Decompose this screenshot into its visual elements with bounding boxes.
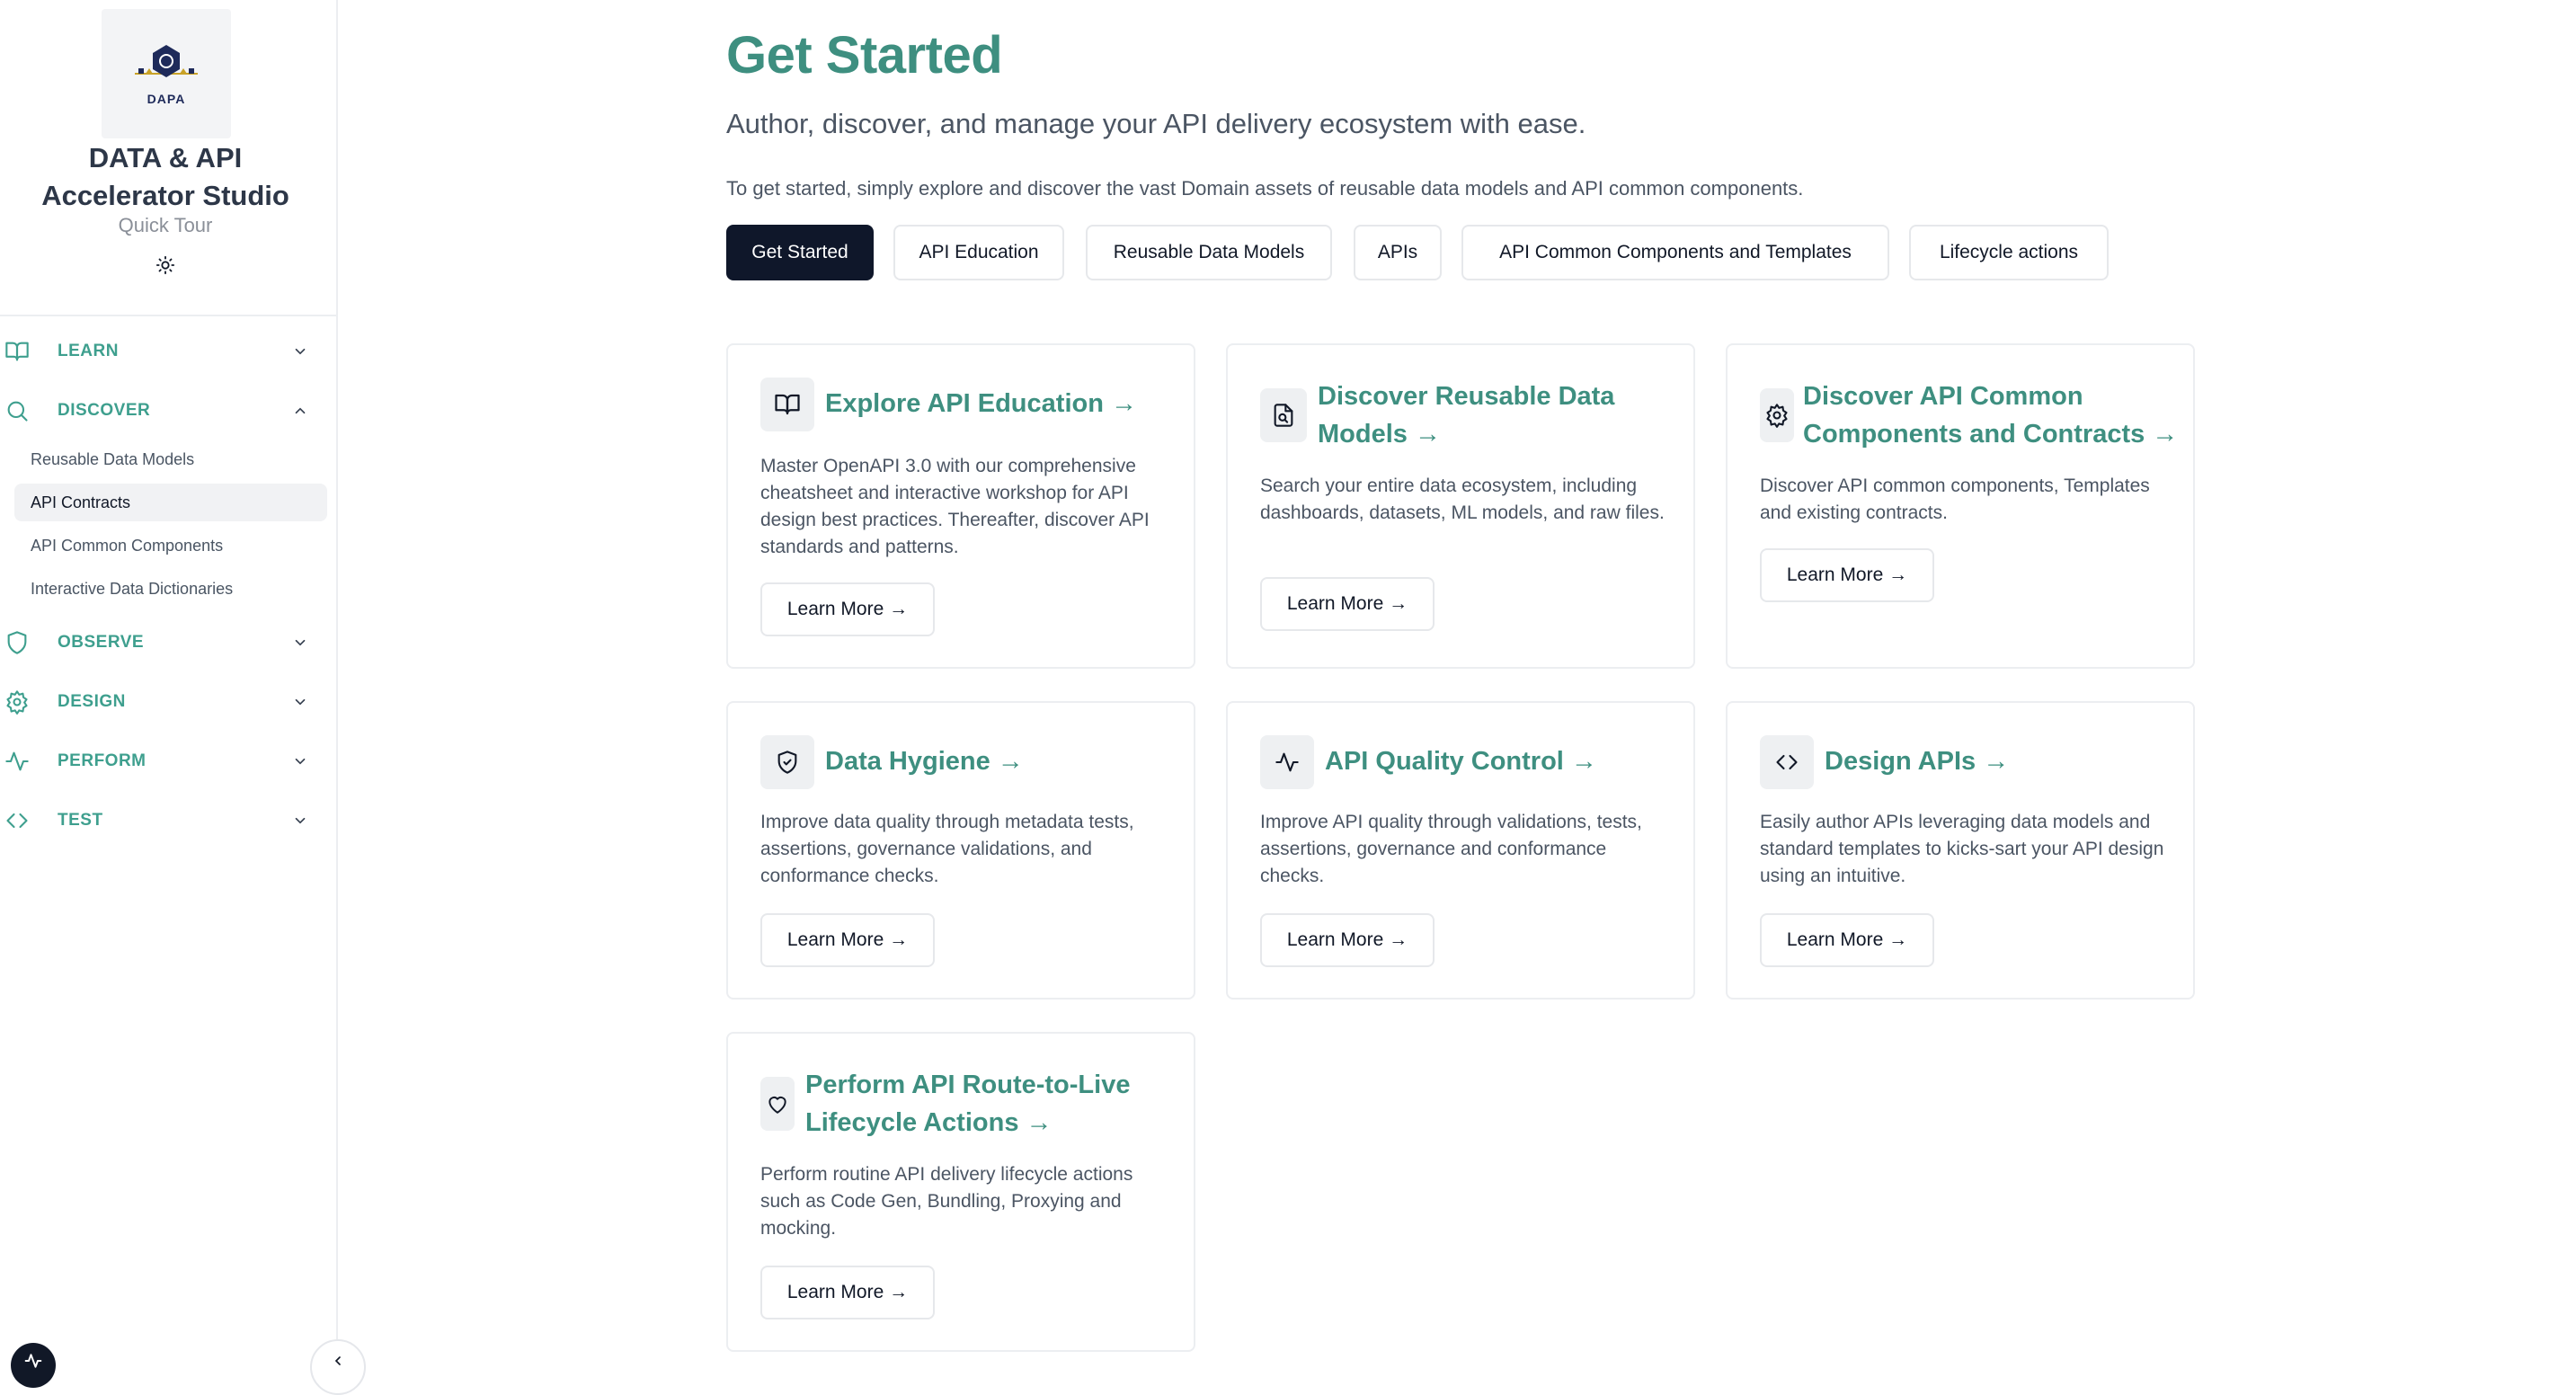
sidebar-item-api-contracts[interactable]: API Contracts	[14, 484, 327, 521]
card-description: Discover API common components, Template…	[1760, 475, 2150, 523]
sidebar-item-reusable-data-models[interactable]: Reusable Data Models	[14, 440, 327, 478]
gear-icon	[1760, 388, 1794, 442]
activity-icon	[4, 748, 31, 775]
tab-reusable-data-models[interactable]: Reusable Data Models	[1086, 225, 1332, 280]
sidebar-item-interactive-data-dictionaries[interactable]: Interactive Data Dictionaries	[14, 570, 327, 608]
learn-more-button[interactable]: Learn More →	[760, 913, 935, 967]
activity-icon	[1260, 735, 1314, 789]
sidebar-item-api-common-components[interactable]: API Common Components	[14, 527, 327, 564]
nav-section-test[interactable]: TEST	[0, 798, 336, 843]
card-design-apis: Design APIs → Easily author APIs leverag…	[1726, 701, 2195, 1000]
card-title-line2: Models →	[1318, 420, 1441, 449]
shield-check-icon	[760, 735, 814, 789]
tab-api-common-components[interactable]: API Common Components and Templates	[1461, 225, 1889, 280]
card-title-line1: Discover API Common	[1803, 382, 2083, 411]
quick-action-button[interactable]	[11, 1343, 56, 1388]
page-subtitle: Author, discover, and manage your API de…	[726, 108, 1586, 139]
theme-toggle-button[interactable]	[154, 253, 177, 277]
chevron-down-icon	[289, 691, 311, 713]
card-discover-reusable-data-models: Discover Reusable Data Models → Search y…	[1226, 343, 1695, 669]
chevron-down-icon	[289, 810, 311, 831]
card-title[interactable]: API Quality Control →	[1325, 742, 1597, 780]
card-title[interactable]: Discover Reusable Data Models →	[1318, 378, 1614, 453]
brand-subtitle: Quick Tour	[118, 214, 213, 236]
card-title-line1: Data Hygiene →	[825, 747, 1024, 776]
card-title[interactable]: Perform API Route-to-Live Lifecycle Acti…	[805, 1066, 1130, 1142]
page-description: To get started, simply explore and disco…	[726, 177, 1804, 200]
logo-text: DAPA	[147, 92, 186, 106]
card-data-hygiene: Data Hygiene → Improve data quality thro…	[726, 701, 1195, 1000]
nav-section-label: OBSERVE	[58, 633, 145, 652]
brand-title: DATA & API Accelerator Studio	[0, 139, 331, 215]
gear-icon	[4, 689, 31, 715]
card-description: Master OpenAPI 3.0 with our comprehensiv…	[760, 456, 1150, 557]
card-description: Improve data quality through metadata te…	[760, 812, 1134, 886]
chevron-up-icon	[289, 400, 311, 422]
card-title-line2: Lifecycle Actions →	[805, 1108, 1053, 1137]
chevron-down-icon	[289, 632, 311, 653]
file-search-icon	[1260, 388, 1307, 442]
nav-section-discover[interactable]: DISCOVER	[0, 388, 336, 433]
nav-section-label: DESIGN	[58, 692, 126, 711]
card-discover-api-common-components: Discover API Common Components and Contr…	[1726, 343, 2195, 669]
learn-more-button[interactable]: Learn More →	[760, 582, 935, 636]
sun-icon	[155, 255, 175, 275]
sidebar: DAPA DATA & API Accelerator Studio Quick…	[0, 0, 338, 1363]
card-description: Easily author APIs leveraging data model…	[1760, 812, 2164, 886]
learn-more-button[interactable]: Learn More →	[760, 1266, 935, 1319]
card-title-line1: Discover Reusable Data	[1318, 382, 1615, 411]
learn-more-button[interactable]: Learn More →	[1760, 548, 1934, 602]
nav-section-learn[interactable]: LEARN	[0, 329, 336, 374]
card-explore-api-education: Explore API Education → Master OpenAPI 3…	[726, 343, 1195, 669]
chevron-down-icon	[289, 341, 311, 362]
app-logo: DAPA	[102, 9, 231, 138]
nav-section-label: DISCOVER	[58, 401, 151, 420]
book-open-icon	[760, 378, 814, 431]
card-title-line1: Design APIs →	[1825, 747, 2010, 776]
card-description: Search your entire data ecosystem, inclu…	[1260, 475, 1665, 523]
search-icon	[4, 397, 31, 424]
nav-section-design[interactable]: DESIGN	[0, 680, 336, 724]
chevron-left-icon	[334, 1356, 341, 1365]
tab-lifecycle-actions[interactable]: Lifecycle actions	[1909, 225, 2109, 280]
nav-section-label: TEST	[58, 811, 103, 830]
card-title[interactable]: Design APIs →	[1825, 742, 2009, 780]
page-title: Get Started	[726, 26, 1003, 84]
card-description: Perform routine API delivery lifecycle a…	[760, 1164, 1133, 1239]
card-perform-api-route-to-live: Perform API Route-to-Live Lifecycle Acti…	[726, 1032, 1195, 1352]
card-api-quality-control: API Quality Control → Improve API qualit…	[1226, 701, 1695, 1000]
brand-title-line2: Accelerator Studio	[41, 180, 289, 211]
card-title[interactable]: Data Hygiene →	[825, 742, 1024, 780]
shield-icon	[4, 629, 31, 656]
card-title-line2: Components and Contracts →	[1803, 420, 2179, 449]
learn-more-button[interactable]: Learn More →	[1760, 913, 1934, 967]
heart-icon	[760, 1077, 795, 1131]
learn-more-button[interactable]: Learn More →	[1260, 913, 1435, 967]
chevron-down-icon	[289, 751, 311, 772]
code-icon	[1760, 735, 1814, 789]
nav-section-label: LEARN	[58, 342, 119, 360]
tab-apis[interactable]: APIs	[1354, 225, 1442, 280]
sidebar-divider	[0, 315, 336, 316]
code-icon	[4, 807, 31, 834]
card-description: Improve API quality through validations,…	[1260, 812, 1642, 886]
nav-section-perform[interactable]: PERFORM	[0, 739, 336, 784]
tab-get-started[interactable]: Get Started	[726, 225, 874, 280]
card-title[interactable]: Explore API Education →	[825, 385, 1137, 422]
book-open-icon	[4, 338, 31, 365]
card-title[interactable]: Discover API Common Components and Contr…	[1803, 378, 2178, 453]
card-title-line1: Perform API Route-to-Live	[805, 1071, 1131, 1099]
sidebar-collapse-button[interactable]	[310, 1339, 366, 1395]
learn-more-button[interactable]: Learn More →	[1260, 577, 1435, 631]
nav-section-observe[interactable]: OBSERVE	[0, 620, 336, 665]
card-title-line1: Explore API Education →	[825, 389, 1137, 418]
activity-icon	[24, 1354, 42, 1368]
nav-section-label: PERFORM	[58, 751, 147, 770]
card-title-line1: API Quality Control →	[1325, 747, 1597, 776]
tab-api-education[interactable]: API Education	[893, 225, 1064, 280]
brand-title-line1: DATA & API	[88, 142, 243, 173]
